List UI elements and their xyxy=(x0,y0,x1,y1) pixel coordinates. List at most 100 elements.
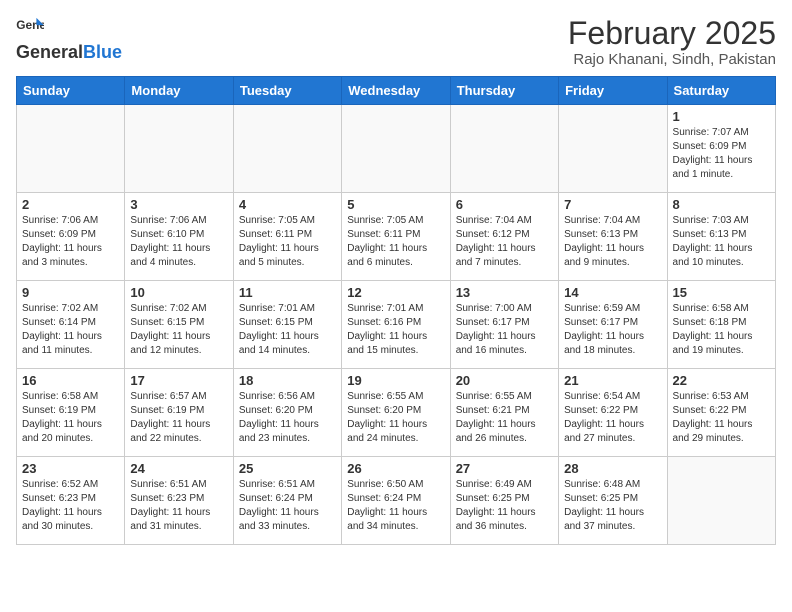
week-row-1: 1 Sunrise: 7:07 AM Sunset: 6:09 PM Daylig… xyxy=(17,105,776,193)
weekday-header-tuesday: Tuesday xyxy=(233,77,341,105)
day-number: 16 xyxy=(22,373,119,388)
day-info: Sunrise: 6:55 AM Sunset: 6:21 PM Dayligh… xyxy=(456,390,553,446)
day-number: 6 xyxy=(456,197,553,212)
day-info: Sunrise: 7:02 AM Sunset: 6:14 PM Dayligh… xyxy=(22,302,119,358)
day-number: 25 xyxy=(239,461,336,476)
day-number: 5 xyxy=(347,197,444,212)
weekday-header-friday: Friday xyxy=(559,77,667,105)
day-number: 14 xyxy=(564,285,661,300)
calendar-cell-w5-d7 xyxy=(667,457,775,545)
day-info: Sunrise: 7:06 AM Sunset: 6:10 PM Dayligh… xyxy=(130,214,227,270)
calendar-cell-w4-d2: 17 Sunrise: 6:57 AM Sunset: 6:19 PM Dayli… xyxy=(125,369,233,457)
day-info: Sunrise: 7:01 AM Sunset: 6:15 PM Dayligh… xyxy=(239,302,336,358)
week-row-5: 23 Sunrise: 6:52 AM Sunset: 6:23 PM Dayli… xyxy=(17,457,776,545)
weekday-header-row: SundayMondayTuesdayWednesdayThursdayFrid… xyxy=(17,77,776,105)
day-info: Sunrise: 6:56 AM Sunset: 6:20 PM Dayligh… xyxy=(239,390,336,446)
day-number: 3 xyxy=(130,197,227,212)
day-info: Sunrise: 7:02 AM Sunset: 6:15 PM Dayligh… xyxy=(130,302,227,358)
calendar-cell-w1-d5 xyxy=(450,105,558,193)
day-info: Sunrise: 7:05 AM Sunset: 6:11 PM Dayligh… xyxy=(347,214,444,270)
day-number: 2 xyxy=(22,197,119,212)
day-number: 1 xyxy=(673,109,770,124)
day-number: 13 xyxy=(456,285,553,300)
calendar-cell-w3-d5: 13 Sunrise: 7:00 AM Sunset: 6:17 PM Dayli… xyxy=(450,281,558,369)
calendar-cell-w3-d1: 9 Sunrise: 7:02 AM Sunset: 6:14 PM Daylig… xyxy=(17,281,125,369)
calendar-cell-w2-d3: 4Sunrise: 7:05 AM Sunset: 6:11 PM Daylig… xyxy=(233,193,341,281)
logo-general-text: General xyxy=(16,43,83,61)
calendar-cell-w3-d7: 15Sunrise: 6:58 AM Sunset: 6:18 PM Dayli… xyxy=(667,281,775,369)
day-number: 9 xyxy=(22,285,119,300)
calendar-cell-w5-d2: 24 Sunrise: 6:51 AM Sunset: 6:23 PM Dayli… xyxy=(125,457,233,545)
calendar-cell-w1-d1 xyxy=(17,105,125,193)
logo-blue-text: Blue xyxy=(83,43,122,61)
title-block: February 2025 Rajo Khanani, Sindh, Pakis… xyxy=(568,16,776,68)
calendar-cell-w5-d6: 28 Sunrise: 6:48 AM Sunset: 6:25 PM Dayli… xyxy=(559,457,667,545)
week-row-4: 16 Sunrise: 6:58 AM Sunset: 6:19 PM Dayli… xyxy=(17,369,776,457)
weekday-header-sunday: Sunday xyxy=(17,77,125,105)
day-info: Sunrise: 7:06 AM Sunset: 6:09 PM Dayligh… xyxy=(22,214,119,270)
day-info: Sunrise: 6:52 AM Sunset: 6:23 PM Dayligh… xyxy=(22,478,119,534)
calendar-cell-w4-d6: 21 Sunrise: 6:54 AM Sunset: 6:22 PM Dayli… xyxy=(559,369,667,457)
day-number: 8 xyxy=(673,197,770,212)
day-number: 19 xyxy=(347,373,444,388)
day-info: Sunrise: 6:51 AM Sunset: 6:23 PM Dayligh… xyxy=(130,478,227,534)
calendar-cell-w4-d3: 18 Sunrise: 6:56 AM Sunset: 6:20 PM Dayli… xyxy=(233,369,341,457)
day-info: Sunrise: 6:58 AM Sunset: 6:19 PM Dayligh… xyxy=(22,390,119,446)
calendar-cell-w4-d1: 16 Sunrise: 6:58 AM Sunset: 6:19 PM Dayli… xyxy=(17,369,125,457)
calendar-cell-w2-d1: 2 Sunrise: 7:06 AM Sunset: 6:09 PM Daylig… xyxy=(17,193,125,281)
day-info: Sunrise: 6:53 AM Sunset: 6:22 PM Dayligh… xyxy=(673,390,770,446)
day-number: 27 xyxy=(456,461,553,476)
location-subtitle: Rajo Khanani, Sindh, Pakistan xyxy=(568,51,776,68)
calendar-cell-w1-d6 xyxy=(559,105,667,193)
day-number: 10 xyxy=(130,285,227,300)
day-info: Sunrise: 6:48 AM Sunset: 6:25 PM Dayligh… xyxy=(564,478,661,534)
day-number: 21 xyxy=(564,373,661,388)
day-number: 15 xyxy=(673,285,770,300)
day-info: Sunrise: 6:55 AM Sunset: 6:20 PM Dayligh… xyxy=(347,390,444,446)
day-number: 17 xyxy=(130,373,227,388)
day-info: Sunrise: 7:07 AM Sunset: 6:09 PM Dayligh… xyxy=(673,126,770,182)
calendar-cell-w4-d5: 20 Sunrise: 6:55 AM Sunset: 6:21 PM Dayli… xyxy=(450,369,558,457)
day-number: 18 xyxy=(239,373,336,388)
day-number: 24 xyxy=(130,461,227,476)
day-info: Sunrise: 7:01 AM Sunset: 6:16 PM Dayligh… xyxy=(347,302,444,358)
day-info: Sunrise: 6:54 AM Sunset: 6:22 PM Dayligh… xyxy=(564,390,661,446)
day-number: 11 xyxy=(239,285,336,300)
week-row-2: 2 Sunrise: 7:06 AM Sunset: 6:09 PM Daylig… xyxy=(17,193,776,281)
calendar-cell-w4-d4: 19 Sunrise: 6:55 AM Sunset: 6:20 PM Dayli… xyxy=(342,369,450,457)
weekday-header-wednesday: Wednesday xyxy=(342,77,450,105)
weekday-header-monday: Monday xyxy=(125,77,233,105)
page-header: General General Blue February 2025 Rajo … xyxy=(16,16,776,68)
day-number: 4 xyxy=(239,197,336,212)
calendar-cell-w4-d7: 22 Sunrise: 6:53 AM Sunset: 6:22 PM Dayli… xyxy=(667,369,775,457)
calendar-cell-w1-d3 xyxy=(233,105,341,193)
calendar-cell-w1-d4 xyxy=(342,105,450,193)
logo-icon: General xyxy=(16,16,44,38)
calendar-cell-w1-d2 xyxy=(125,105,233,193)
weekday-header-thursday: Thursday xyxy=(450,77,558,105)
day-number: 22 xyxy=(673,373,770,388)
logo: General General Blue xyxy=(16,16,122,61)
calendar-cell-w5-d3: 25 Sunrise: 6:51 AM Sunset: 6:24 PM Dayli… xyxy=(233,457,341,545)
calendar-cell-w5-d1: 23 Sunrise: 6:52 AM Sunset: 6:23 PM Dayli… xyxy=(17,457,125,545)
calendar-cell-w3-d6: 14 Sunrise: 6:59 AM Sunset: 6:17 PM Dayli… xyxy=(559,281,667,369)
calendar-cell-w2-d7: 8 Sunrise: 7:03 AM Sunset: 6:13 PM Daylig… xyxy=(667,193,775,281)
day-info: Sunrise: 7:04 AM Sunset: 6:12 PM Dayligh… xyxy=(456,214,553,270)
day-info: Sunrise: 6:59 AM Sunset: 6:17 PM Dayligh… xyxy=(564,302,661,358)
day-info: Sunrise: 7:04 AM Sunset: 6:13 PM Dayligh… xyxy=(564,214,661,270)
day-info: Sunrise: 6:57 AM Sunset: 6:19 PM Dayligh… xyxy=(130,390,227,446)
week-row-3: 9 Sunrise: 7:02 AM Sunset: 6:14 PM Daylig… xyxy=(17,281,776,369)
day-info: Sunrise: 7:03 AM Sunset: 6:13 PM Dayligh… xyxy=(673,214,770,270)
calendar-cell-w5-d5: 27Sunrise: 6:49 AM Sunset: 6:25 PM Dayli… xyxy=(450,457,558,545)
calendar-cell-w5-d4: 26Sunrise: 6:50 AM Sunset: 6:24 PM Dayli… xyxy=(342,457,450,545)
day-number: 20 xyxy=(456,373,553,388)
day-number: 28 xyxy=(564,461,661,476)
day-number: 23 xyxy=(22,461,119,476)
day-info: Sunrise: 7:00 AM Sunset: 6:17 PM Dayligh… xyxy=(456,302,553,358)
calendar-cell-w2-d5: 6 Sunrise: 7:04 AM Sunset: 6:12 PM Daylig… xyxy=(450,193,558,281)
calendar-cell-w2-d4: 5 Sunrise: 7:05 AM Sunset: 6:11 PM Daylig… xyxy=(342,193,450,281)
day-number: 12 xyxy=(347,285,444,300)
calendar-cell-w3-d2: 10 Sunrise: 7:02 AM Sunset: 6:15 PM Dayli… xyxy=(125,281,233,369)
calendar-cell-w1-d7: 1 Sunrise: 7:07 AM Sunset: 6:09 PM Daylig… xyxy=(667,105,775,193)
day-info: Sunrise: 6:51 AM Sunset: 6:24 PM Dayligh… xyxy=(239,478,336,534)
